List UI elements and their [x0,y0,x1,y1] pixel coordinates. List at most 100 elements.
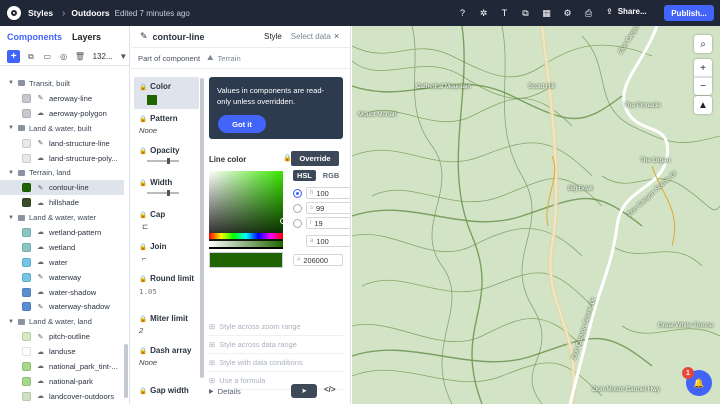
function-icon: ⊞ [209,322,216,331]
layer-group[interactable]: ▼ Terrain, land [0,165,124,180]
zoom-in-button[interactable]: + [694,59,712,77]
line-layer-icon: ✎ [37,303,44,311]
lock-icon: 🔒 [139,115,148,123]
layer-item[interactable]: ✎ aeroway-line [0,91,124,106]
alpha-input[interactable]: a 100 [306,235,350,247]
layer-item[interactable]: ✎ waterway [0,270,124,285]
chevron-down-icon[interactable]: ▼ [8,125,14,131]
format-rgb[interactable]: RGB [320,170,342,181]
select-cursor-button[interactable]: ➤ [291,384,317,398]
chevron-right-icon[interactable]: ▶ [209,388,214,395]
alpha-slider[interactable] [209,241,283,247]
color-swatch[interactable] [147,95,157,105]
text-format-icon[interactable]: T [494,8,515,18]
zoom-out-button[interactable]: − [694,77,712,95]
layer-item[interactable]: ☁ aeroway-polygon [0,106,124,121]
layer-item[interactable]: ☁ water [0,255,124,270]
layer-item[interactable]: ✎ waterway-shadow [0,299,124,314]
property-width[interactable]: 🔒 Width [134,173,199,205]
map-search-button[interactable]: ⌕ [694,35,712,53]
lock-icon: 🔒 [139,315,148,323]
property-slider[interactable] [147,158,179,164]
pencil-icon: ✎ [140,31,148,41]
compass-button[interactable]: ▲ [694,96,712,114]
layer-group[interactable]: ▼ Land & water, water [0,210,124,225]
layer-item[interactable]: ☁ national_park_tint-... [0,359,124,374]
grid-icon[interactable]: ▦ [536,8,557,19]
style-name[interactable]: Outdoors [71,8,109,18]
property-value: ⊏ [142,222,149,231]
property-slider[interactable] [147,190,179,196]
layer-item[interactable]: ☁ wetland-pattern [0,225,124,240]
settings-icon[interactable]: ⚙ [557,8,578,19]
picker-handle[interactable] [280,218,286,224]
chevron-down-icon[interactable]: ▼ [8,215,14,221]
layer-item[interactable]: ✎ contour-line [0,180,124,196]
radio-lightness[interactable] [293,218,302,228]
add-layer-button[interactable]: + [7,50,21,63]
style-function-link[interactable]: ⊞ Style across data range [209,336,343,354]
tab-layers[interactable]: Layers [72,32,101,42]
code-icon[interactable]: </> [324,385,336,394]
property-round-limit[interactable]: 🔒 Round limit 1.05 [134,269,199,309]
property-color[interactable]: 🔒 Color [134,77,199,109]
layer-item[interactable]: ☁ national-park [0,374,124,389]
layer-name: pitch-outline [49,332,90,342]
radio-saturation[interactable] [293,203,302,213]
property-dash-array[interactable]: 🔒 Dash array None [134,341,199,381]
group-icon[interactable]: ▭ [42,52,53,61]
filter-icon[interactable]: ▼ [118,52,129,61]
format-hsl[interactable]: HSL [293,170,316,181]
property-opacity[interactable]: 🔒 Opacity [134,141,199,173]
style-function-link[interactable]: ⊞ Style across zoom range [209,318,343,336]
property-scrollbar[interactable] [200,78,204,378]
chevron-down-icon[interactable]: ▼ [8,80,14,86]
help-icon[interactable]: ? [452,8,473,18]
radio-hue[interactable] [293,188,302,198]
mapbox-logo[interactable] [7,6,21,20]
styles-link[interactable]: Styles [28,8,53,18]
hex-input[interactable]: #206000 [293,254,343,266]
layer-group[interactable]: ▼ Land & water, built [0,121,124,136]
layer-item[interactable]: ☁ landcover-outdoors [0,389,124,404]
property-cap[interactable]: 🔒 Cap ⊏ [134,205,199,237]
property-join[interactable]: 🔒 Join ⌐ [134,237,199,269]
property-pattern[interactable]: 🔒 Pattern None [134,109,199,141]
lightness-input[interactable]: l 19 [306,217,350,229]
publish-button[interactable]: Publish... [664,5,714,21]
layer-name: water-shadow [49,287,97,297]
duplicate-icon[interactable]: ⧉ [25,52,36,62]
details-toggle[interactable]: Details [218,387,241,396]
layer-item[interactable]: ☁ hillshade [0,195,124,210]
layer-color-swatch [22,227,31,237]
layer-item[interactable]: ☁ land-structure-poly... [0,151,124,166]
layers-scrollbar[interactable] [124,344,128,398]
property-gap-width[interactable]: 🔒 Gap width [134,381,199,401]
chevron-down-icon[interactable]: ▼ [8,319,14,325]
style-function-link[interactable]: ⊞ Style with data conditions [209,354,343,372]
layers-icon[interactable]: ⧉ [515,8,536,19]
saturation-input[interactable]: s 99 [306,202,350,214]
share-button[interactable]: ⇪ Share... [606,7,647,16]
chevron-down-icon[interactable]: ▼ [8,170,14,176]
layer-item[interactable]: ✎ pitch-outline [0,329,124,344]
color-format-toggle: HSL RGB [293,170,342,181]
hue-slider[interactable] [209,233,283,239]
layer-item[interactable]: ✎ land-structure-line [0,136,124,151]
hue-input[interactable]: h 100 [306,187,350,199]
bug-icon[interactable]: ✲ [473,8,494,19]
layer-item[interactable]: ☁ wetland [0,240,124,255]
property-value: ⌐ [142,254,147,263]
print-icon[interactable]: ⎙ [578,8,599,19]
tab-components[interactable]: Components [7,32,62,42]
layer-group[interactable]: ▼ Land & water, land [0,314,124,329]
layer-name: waterway-shadow [49,302,110,312]
group-name: Land & water, built [28,123,92,133]
property-miter-limit[interactable]: 🔒 Miter limit 2 [134,309,199,341]
layer-item[interactable]: ☁ water-shadow [0,285,124,300]
delete-icon[interactable]: 🗑 [74,52,85,61]
hide-icon[interactable]: ◎ [58,52,69,61]
layer-item[interactable]: ☁ landuse [0,344,124,359]
layer-group[interactable]: ▼ Transit, built [0,76,124,91]
map-canvas[interactable]: Cathedral Mountain Scout Hill Mount Mori… [352,26,720,404]
